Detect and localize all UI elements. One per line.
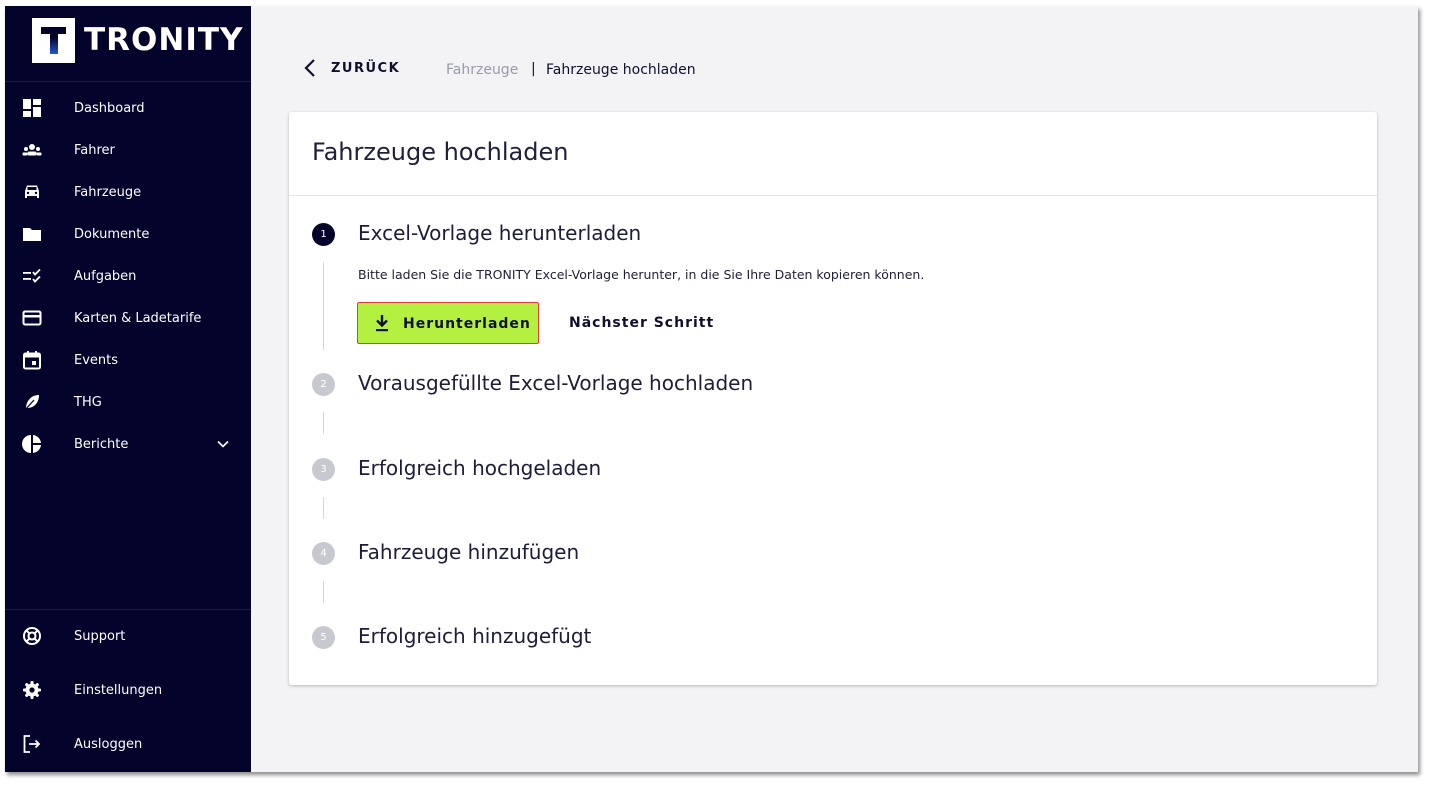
sidebar-item-support[interactable]: Support (5, 615, 251, 657)
download-button[interactable]: Herunterladen (357, 302, 539, 344)
step-2-number: 2 (312, 373, 335, 396)
back-button[interactable]: ZURÜCK (303, 58, 399, 78)
calendar-icon (23, 351, 41, 370)
breadcrumb-separator: | (531, 61, 536, 77)
step-4-title: Fahrzeuge hinzufügen (358, 540, 580, 564)
sidebar-item-dashboard[interactable]: Dashboard (5, 87, 251, 129)
breadcrumb-current: Fahrzeuge hochladen (546, 62, 696, 78)
upload-card: Fahrzeuge hochladen 1 Excel-Vorlage heru… (289, 112, 1377, 685)
dashboard-icon (23, 99, 41, 117)
step-3-number: 3 (312, 458, 335, 481)
next-step-button[interactable]: Nächster Schritt (569, 315, 714, 331)
step-5-number: 5 (312, 626, 335, 649)
step-connector (323, 497, 324, 519)
step-1-title: Excel-Vorlage herunterladen (358, 221, 642, 245)
sidebar-item-karten[interactable]: Karten & Ladetarife (5, 297, 251, 339)
sidebar-item-thg[interactable]: THG (5, 381, 251, 423)
step-1-description: Bitte laden Sie die TRONITY Excel-Vorlag… (358, 267, 925, 282)
sidebar-item-label: Ausloggen (74, 736, 143, 752)
lifebuoy-icon (23, 627, 41, 645)
step-2-title: Vorausgefüllte Excel-Vorlage hochladen (358, 371, 754, 395)
folder-icon (23, 228, 41, 241)
step-connector (323, 581, 324, 603)
chevron-down-icon[interactable] (215, 436, 231, 452)
page-title: Fahrzeuge hochladen (312, 138, 569, 166)
sidebar-item-label: Einstellungen (74, 682, 163, 698)
brand[interactable]: TRONITY (5, 6, 251, 82)
sidebar-item-label: Aufgaben (74, 268, 137, 284)
step-3-title: Erfolgreich hochgeladen (358, 456, 602, 480)
sidebar-item-label: Dashboard (74, 100, 145, 116)
sidebar-item-label: Events (74, 352, 119, 368)
pie-chart-icon (22, 435, 41, 453)
sidebar-item-events[interactable]: Events (5, 339, 251, 381)
leaf-icon (24, 395, 39, 411)
sidebar-item-aufgaben[interactable]: Aufgaben (5, 255, 251, 297)
sidebar-item-label: THG (74, 394, 102, 410)
logout-icon (23, 735, 41, 753)
step-1-number: 1 (312, 223, 335, 246)
people-icon (22, 144, 42, 156)
sidebar-item-label: Fahrzeuge (74, 184, 142, 200)
app-window: TRONITY Dashboard Fahrer Fahrzeuge Dokum… (5, 6, 1418, 772)
back-label: ZURÜCK (331, 61, 401, 76)
checklist-icon (23, 268, 41, 283)
sidebar-item-dokumente[interactable]: Dokumente (5, 213, 251, 255)
sidebar-item-label: Fahrer (74, 142, 115, 158)
download-icon (376, 315, 388, 332)
step-4-number: 4 (312, 542, 335, 565)
card-divider (289, 195, 1377, 196)
sidebar-item-label: Berichte (74, 436, 129, 452)
step-connector (323, 262, 324, 350)
download-label: Herunterladen (403, 316, 531, 332)
sidebar: TRONITY Dashboard Fahrer Fahrzeuge Dokum… (5, 6, 251, 772)
brand-name: TRONITY (84, 22, 244, 58)
sidebar-item-fahrzeuge[interactable]: Fahrzeuge (5, 171, 251, 213)
brand-logo (32, 18, 75, 63)
sidebar-divider (5, 609, 251, 610)
sidebar-item-berichte[interactable]: Berichte (5, 423, 251, 465)
step-connector (323, 412, 324, 434)
breadcrumb-fahrzeuge[interactable]: Fahrzeuge (446, 62, 518, 78)
sidebar-item-ausloggen[interactable]: Ausloggen (5, 723, 251, 765)
gear-icon (23, 681, 41, 699)
sidebar-item-label: Support (74, 628, 126, 644)
car-icon (25, 185, 39, 198)
card-icon (22, 310, 42, 326)
sidebar-item-label: Dokumente (74, 226, 150, 242)
sidebar-item-einstellungen[interactable]: Einstellungen (5, 669, 251, 711)
chevron-left-icon (304, 59, 315, 77)
step-5-title: Erfolgreich hinzugefügt (358, 624, 592, 648)
sidebar-item-fahrer[interactable]: Fahrer (5, 129, 251, 171)
sidebar-item-label: Karten & Ladetarife (74, 310, 202, 326)
